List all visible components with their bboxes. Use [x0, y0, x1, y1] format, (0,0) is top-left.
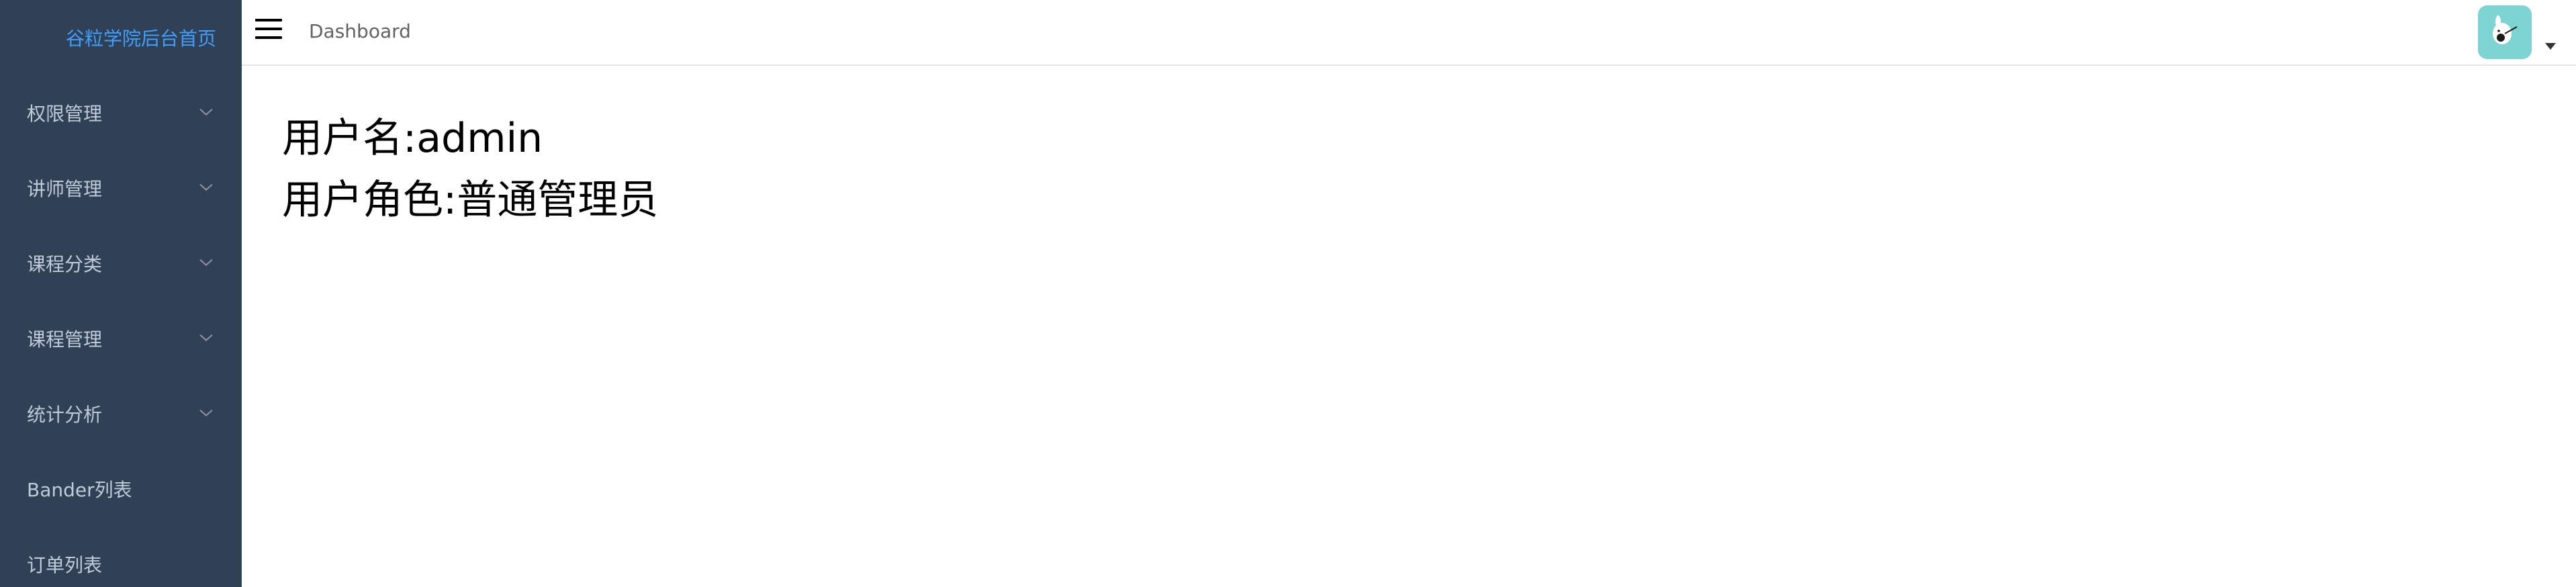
sidebar-item-permission[interactable]: 权限管理: [0, 75, 242, 150]
chevron-down-icon: [199, 408, 214, 418]
sidebar-item-orders[interactable]: 订单列表: [0, 527, 242, 587]
chevron-down-icon: [199, 183, 214, 192]
sidebar-item-subject[interactable]: 课程分类: [0, 226, 242, 301]
sidebar-item-course[interactable]: 课程管理: [0, 301, 242, 376]
sidebar-item-label: 订单列表: [27, 554, 103, 576]
sidebar: 谷粒学院后台首页 权限管理 讲师管理 课程分类 课程管理 统计分析 Bander…: [0, 0, 242, 587]
sidebar-item-label: 讲师管理: [27, 178, 103, 200]
hamburger-icon[interactable]: [255, 19, 282, 43]
user-role-text: 用户角色:普通管理员: [282, 177, 659, 224]
sidebar-item-statistics[interactable]: 统计分析: [0, 376, 242, 451]
chevron-down-icon: [199, 258, 214, 267]
avatar[interactable]: [2478, 5, 2532, 59]
dashboard-content: 用户名:admin 用户角色:普通管理员: [282, 107, 658, 231]
sidebar-item-label: Bander列表: [27, 479, 132, 501]
chevron-down-icon: [199, 333, 214, 343]
username-text: 用户名:admin: [282, 115, 543, 162]
chevron-down-icon: [199, 107, 214, 117]
sidebar-item-label: 课程管理: [27, 328, 103, 351]
sidebar-item-label: 课程分类: [27, 253, 103, 275]
caret-down-icon[interactable]: [2545, 43, 2556, 50]
sidebar-item-label: 统计分析: [27, 404, 103, 426]
sidebar-item-teacher[interactable]: 讲师管理: [0, 150, 242, 226]
sidebar-menu: 权限管理 讲师管理 课程分类 课程管理 统计分析 Bander列表 订单列表: [0, 75, 242, 587]
sidebar-logo[interactable]: 谷粒学院后台首页: [0, 0, 242, 75]
sidebar-item-label: 权限管理: [27, 103, 103, 125]
navbar: Dashboard: [242, 0, 2576, 66]
sidebar-item-banner[interactable]: Bander列表: [0, 451, 242, 527]
breadcrumb[interactable]: Dashboard: [309, 20, 411, 42]
avatar-icon: [2478, 5, 2532, 59]
app: 谷粒学院后台首页 权限管理 讲师管理 课程分类 课程管理 统计分析 Bander…: [0, 0, 2576, 587]
